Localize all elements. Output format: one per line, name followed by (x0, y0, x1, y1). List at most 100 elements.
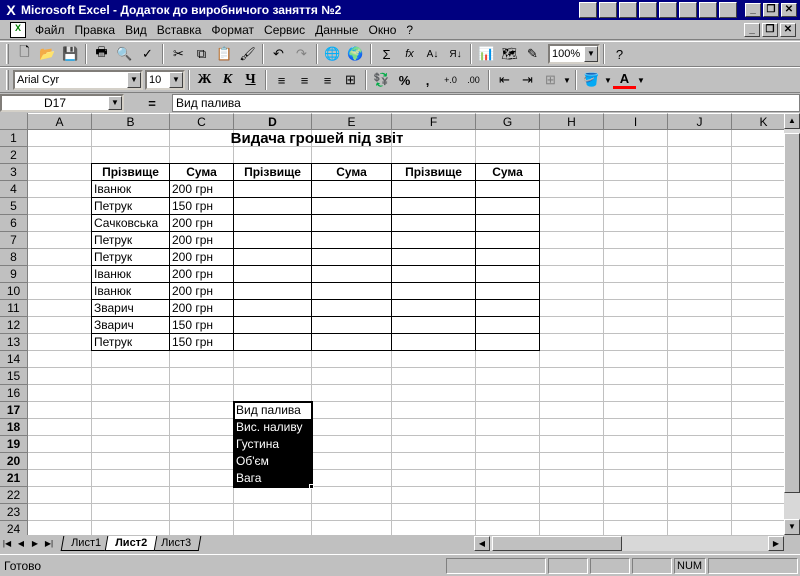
print-icon[interactable]: 🖶 (90, 43, 113, 65)
chevron-down-icon[interactable]: ▼ (636, 69, 646, 91)
column-header-b[interactable]: B (92, 113, 170, 130)
menu-data[interactable]: Данные (310, 23, 363, 37)
chevron-down-icon[interactable]: ▼ (584, 46, 598, 62)
shortcut-button[interactable] (639, 2, 657, 18)
doc-minimize-button[interactable]: _ (744, 22, 760, 37)
percent-button[interactable]: % (393, 69, 416, 91)
row-header[interactable]: 22 (0, 487, 28, 504)
table-cell-empty[interactable] (392, 317, 476, 334)
column-header-g[interactable]: G (476, 113, 540, 130)
row-header[interactable]: 9 (0, 266, 28, 283)
column-header-f[interactable]: F (392, 113, 476, 130)
table-cell-empty[interactable] (476, 300, 540, 317)
spelling-icon[interactable]: ✓ (136, 43, 159, 65)
amount-cell[interactable]: 200 грн (170, 232, 234, 249)
toolbar-grip[interactable] (6, 70, 9, 90)
shortcut-button[interactable] (699, 2, 717, 18)
row-header[interactable]: 4 (0, 181, 28, 198)
doc-close-button[interactable]: ✕ (780, 22, 796, 37)
surname-cell[interactable]: Зварич (92, 317, 170, 334)
office-assistant-icon[interactable]: ? (608, 43, 631, 65)
restore-button[interactable]: ❐ (763, 3, 779, 17)
amount-cell[interactable]: 200 грн (170, 181, 234, 198)
zoom-select[interactable]: 100% ▼ (548, 44, 600, 64)
next-sheet-icon[interactable]: ▶ (28, 537, 42, 551)
amount-cell[interactable]: 150 грн (170, 198, 234, 215)
toolbar-grip[interactable] (6, 44, 9, 64)
first-sheet-icon[interactable]: |◀ (0, 537, 14, 551)
table-cell-empty[interactable] (234, 300, 312, 317)
comma-button[interactable]: , (416, 69, 439, 91)
table-cell-empty[interactable] (312, 232, 392, 249)
amount-cell[interactable]: 200 грн (170, 300, 234, 317)
map-icon[interactable]: 🗺 (498, 43, 521, 65)
row-header[interactable]: 12 (0, 317, 28, 334)
vertical-scrollbar[interactable]: ▲ ▼ (784, 113, 800, 535)
shortcut-button[interactable] (619, 2, 637, 18)
row-header[interactable]: 2 (0, 147, 28, 164)
column-header-e[interactable]: E (312, 113, 392, 130)
table-cell-empty[interactable] (476, 215, 540, 232)
table-cell-empty[interactable] (476, 232, 540, 249)
table-cell-empty[interactable] (476, 283, 540, 300)
fill-color-icon[interactable]: 🪣 (580, 69, 603, 91)
row-header[interactable]: 1 (0, 130, 28, 147)
tab-sheet1[interactable]: Лист1 (60, 536, 112, 551)
row-header[interactable]: 24 (0, 521, 28, 535)
shortcut-button[interactable] (659, 2, 677, 18)
table-header[interactable]: Прізвище (234, 164, 312, 181)
shortcut-button[interactable] (579, 2, 597, 18)
table-cell-empty[interactable] (392, 334, 476, 351)
align-left-icon[interactable]: ≡ (270, 69, 293, 91)
chevron-down-icon[interactable]: ▼ (127, 72, 141, 88)
table-cell-empty[interactable] (476, 317, 540, 334)
doc-restore-button[interactable]: ❐ (762, 22, 778, 37)
last-sheet-icon[interactable]: ▶| (42, 537, 56, 551)
sort-ascending-icon[interactable]: A↓ (421, 43, 444, 65)
menu-file[interactable]: Файл (30, 23, 70, 37)
autosum-icon[interactable]: Σ (375, 43, 398, 65)
fill-handle[interactable] (309, 484, 314, 489)
table-cell-empty[interactable] (392, 249, 476, 266)
web-toolbar-icon[interactable]: 🌍 (344, 43, 367, 65)
shortcut-button[interactable] (719, 2, 737, 18)
print-preview-icon[interactable]: 🔍 (113, 43, 136, 65)
close-button[interactable]: ✕ (781, 3, 797, 17)
increase-indent-icon[interactable]: ⇥ (516, 69, 539, 91)
amount-cell[interactable]: 200 грн (170, 266, 234, 283)
table-header[interactable]: Сума (170, 164, 234, 181)
column-header-d[interactable]: D (234, 113, 312, 130)
surname-cell[interactable]: Іванюк (92, 181, 170, 198)
italic-button[interactable]: К (216, 69, 239, 91)
scroll-left-icon[interactable]: ◀ (474, 536, 490, 551)
paste-function-icon[interactable]: fx (398, 43, 421, 65)
decrease-decimal-icon[interactable]: .00 (462, 69, 485, 91)
font-size-select[interactable]: 10 ▼ (145, 70, 185, 90)
table-cell-empty[interactable] (312, 300, 392, 317)
table-cell-empty[interactable] (476, 181, 540, 198)
table-header[interactable]: Сума (476, 164, 540, 181)
row-header[interactable]: 21 (0, 470, 28, 487)
worksheet[interactable]: A B C D E F G H I J K 1 2 3 4 5 6 7 8 9 10 11 12 13 14 15 16 17 18 19… (0, 113, 800, 535)
menu-format[interactable]: Формат (206, 23, 259, 37)
table-cell-empty[interactable] (392, 198, 476, 215)
menu-edit[interactable]: Правка (70, 23, 121, 37)
table-cell-empty[interactable] (476, 334, 540, 351)
row-header[interactable]: 19 (0, 436, 28, 453)
surname-cell[interactable]: Петрук (92, 232, 170, 249)
table-header[interactable]: Прізвище (92, 164, 170, 181)
table-cell-empty[interactable] (234, 266, 312, 283)
table-cell-empty[interactable] (476, 249, 540, 266)
column-header-i[interactable]: I (604, 113, 668, 130)
new-document-icon[interactable]: 🗋 (13, 43, 36, 65)
table-cell-empty[interactable] (312, 215, 392, 232)
format-painter-icon[interactable]: 🖌 (236, 43, 259, 65)
cut-icon[interactable]: ✂ (167, 43, 190, 65)
table-header[interactable]: Прізвище (392, 164, 476, 181)
horizontal-scrollbar[interactable]: ◀ ▶ (474, 536, 784, 551)
minimize-button[interactable]: _ (745, 3, 761, 17)
surname-cell[interactable]: Петрук (92, 198, 170, 215)
drawing-icon[interactable]: ✎ (521, 43, 544, 65)
chevron-down-icon[interactable]: ▼ (169, 72, 183, 88)
table-cell-empty[interactable] (234, 198, 312, 215)
